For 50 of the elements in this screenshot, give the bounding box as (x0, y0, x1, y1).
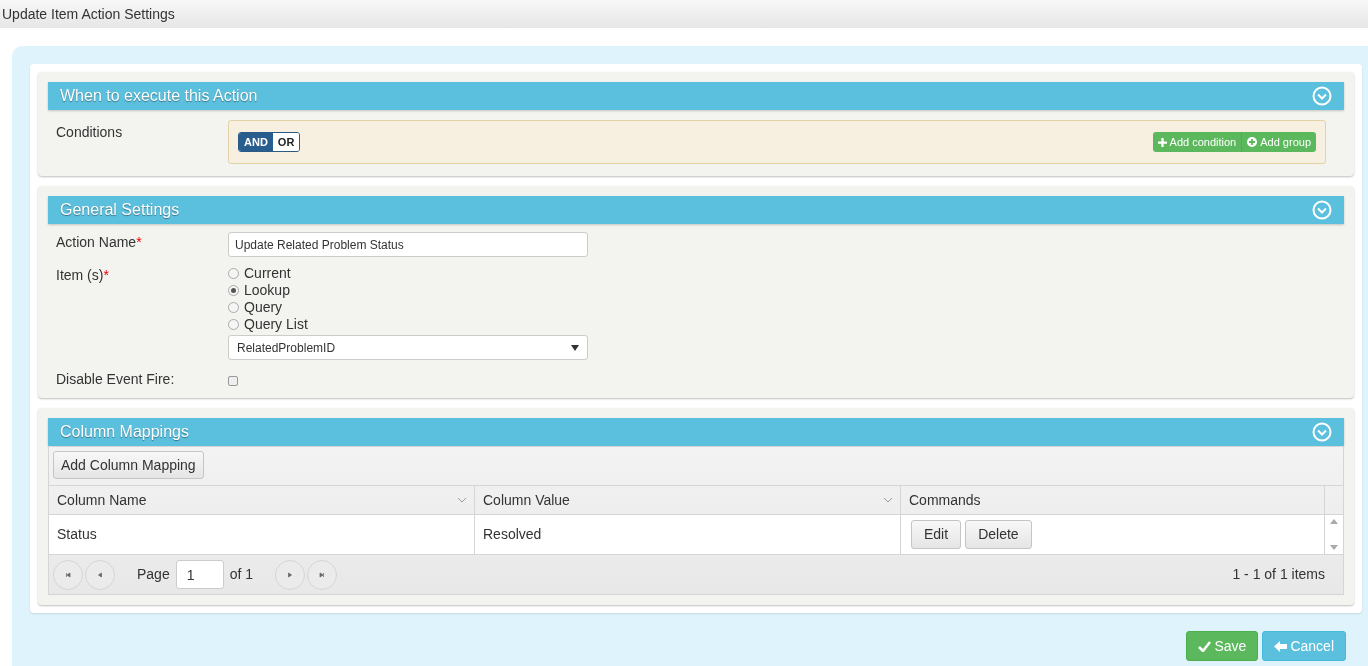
section-title: Column Mappings (60, 422, 189, 442)
right-arrow-icon (286, 570, 295, 579)
plus-icon (1157, 137, 1167, 147)
left-arrow-icon (1274, 640, 1288, 652)
checkbox[interactable] (228, 376, 238, 386)
radio-option[interactable]: Query List (228, 316, 588, 333)
radio-button[interactable] (228, 268, 239, 279)
chevron-down-icon (884, 497, 892, 503)
prev-page-button[interactable] (85, 559, 115, 590)
field-label: Action Name* (56, 233, 143, 252)
window-title: Update Item Action Settings (2, 4, 175, 24)
logic-toggle[interactable]: AND (239, 133, 273, 151)
dropdown-caret-icon (571, 344, 579, 351)
scroll-down-icon (1330, 545, 1338, 550)
lookup-dropdown[interactable]: RelatedProblemID (228, 335, 588, 360)
scroll-up-icon (1330, 519, 1338, 524)
collapse-icon[interactable] (1312, 200, 1332, 220)
table-cell: Status (49, 515, 475, 554)
row-command-button[interactable]: Delete (965, 520, 1032, 549)
field-label: Item (s)* (56, 266, 110, 285)
radio-button[interactable] (228, 302, 239, 313)
page-field[interactable]: 1 (175, 560, 224, 589)
check-icon (1198, 640, 1212, 652)
plus-circle-icon (1247, 137, 1258, 147)
radio-button[interactable] (228, 285, 239, 296)
pager-label: of 1 (229, 565, 254, 584)
right-arrow-icon (318, 570, 327, 579)
logic-toggle[interactable]: OR (272, 133, 300, 151)
radio-button[interactable] (228, 319, 239, 330)
action-name-field[interactable]: Update Related Problem Status (228, 232, 588, 257)
pager-summary: 1 - 1 of 1 items (1232, 565, 1325, 584)
collapse-icon[interactable] (1312, 86, 1332, 106)
table-cell: Resolved (475, 515, 901, 554)
section-title: General Settings (60, 200, 180, 220)
radio-option[interactable]: Lookup (228, 282, 588, 299)
add-column-mapping-button[interactable]: Add Column Mapping (53, 451, 204, 479)
left-arrow-icon (96, 570, 104, 579)
field-label: Conditions (56, 123, 124, 142)
left-arrow-icon (64, 570, 72, 579)
radio-option[interactable]: Current (228, 265, 588, 282)
collapse-icon[interactable] (1312, 422, 1332, 442)
last-page-button[interactable] (307, 559, 338, 590)
radio-option[interactable]: Query (228, 299, 588, 316)
next-page-button[interactable] (275, 559, 306, 590)
first-page-button[interactable] (53, 559, 83, 590)
chevron-down-icon (458, 497, 466, 503)
section-title: When to execute this Action (60, 86, 258, 106)
pager-label: Page (137, 565, 170, 584)
row-command-button[interactable]: Edit (911, 520, 962, 549)
field-label: Disable Event Fire: (56, 370, 176, 389)
